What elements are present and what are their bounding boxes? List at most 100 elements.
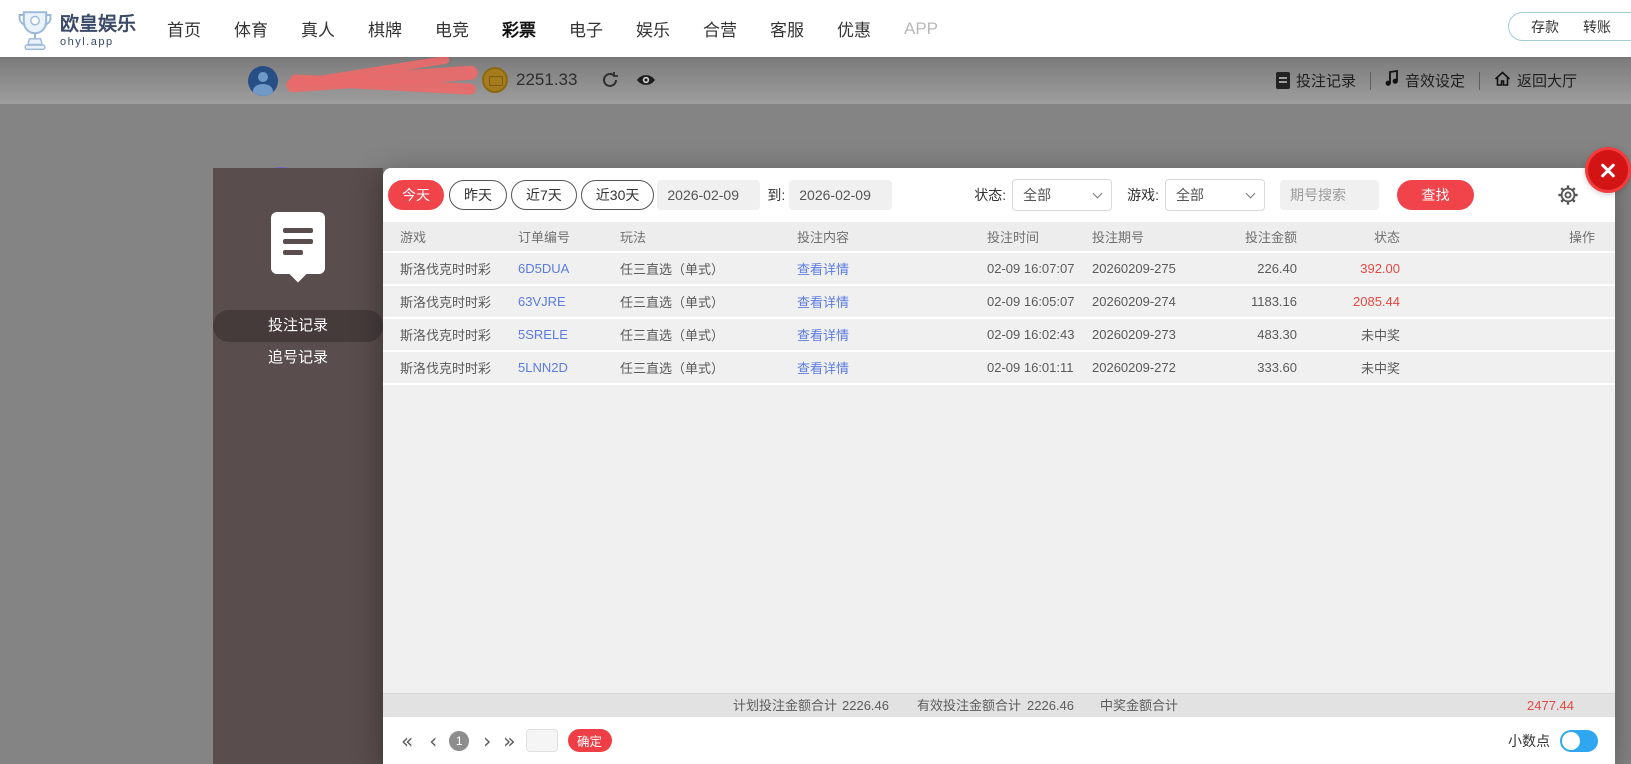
date-to-label: 到: <box>767 186 786 203</box>
filter-yesterday-button[interactable]: 昨天 <box>449 179 507 210</box>
sound-settings-button[interactable]: 音效设定 <box>1385 69 1465 91</box>
toggle-knob <box>1562 731 1580 750</box>
deposit-button[interactable]: 存款 <box>1531 17 1559 37</box>
return-lobby-button[interactable]: 返回大厅 <box>1494 70 1577 91</box>
close-icon[interactable] <box>1588 150 1628 190</box>
status-select-value: 全部 <box>1023 186 1052 203</box>
cell-play-type: 任三直选（单式） <box>620 262 725 277</box>
account-bar: 2251.33 投注记录 音效设定 返回大厅 <box>0 55 1631 104</box>
date-from-input[interactable] <box>657 179 761 210</box>
transfer-button[interactable]: 转账 <box>1583 17 1611 37</box>
cell-bet-time: 02-09 16:07:07 <box>987 261 1075 276</box>
game-label: 游戏: <box>1127 186 1160 203</box>
nav-item-2[interactable]: 真人 <box>301 16 335 41</box>
nav-item-0[interactable]: 首页 <box>167 16 201 41</box>
coin-icon <box>482 67 508 93</box>
cell-period: 20260209-274 <box>1092 294 1176 309</box>
nav-item-10[interactable]: 优惠 <box>837 16 871 41</box>
current-page-badge[interactable]: 1 <box>449 730 470 751</box>
eye-icon[interactable] <box>635 70 657 95</box>
table-row: 斯洛伐克时时彩 5LNN2D 任三直选（单式） 查看详情 02-09 16:01… <box>383 352 1615 385</box>
game-select-value: 全部 <box>1176 186 1205 203</box>
brand-logo[interactable]: 欧皇娱乐 ohyl.app <box>18 8 136 55</box>
cell-amount: 483.30 <box>1257 327 1297 342</box>
document-icon <box>1275 72 1290 89</box>
sidebar-item-chase-records[interactable]: 追号记录 <box>213 342 383 374</box>
table-row: 斯洛伐克时时彩 6D5DUA 任三直选（单式） 查看详情 02-09 16:07… <box>383 253 1615 286</box>
balance-amount: 2251.33 <box>516 70 578 89</box>
sidebar-item-bet-records[interactable]: 投注记录 <box>213 310 383 342</box>
filter-today-button[interactable]: 今天 <box>388 179 444 210</box>
brand-title: 欧皇娱乐 <box>60 14 137 35</box>
bet-records-button[interactable]: 投注记录 <box>1275 70 1356 91</box>
nav-item-7[interactable]: 娱乐 <box>636 16 670 41</box>
view-details-link[interactable]: 查看详情 <box>797 292 987 311</box>
cell-bet-time: 02-09 16:01:11 <box>987 360 1074 375</box>
cell-status: 2085.44 <box>1353 294 1400 309</box>
avatar[interactable] <box>248 66 278 96</box>
account-bar-actions: 投注记录 音效设定 返回大厅 <box>1275 57 1577 104</box>
view-details-link[interactable]: 查看详情 <box>797 325 987 344</box>
confirm-page-button[interactable]: 确定 <box>567 729 612 752</box>
order-number-link[interactable]: 5SRELE <box>518 327 620 342</box>
plan-total-label: 计划投注金额合计 <box>733 698 838 713</box>
win-total-value: 2477.44 <box>1527 698 1574 713</box>
order-number-link[interactable]: 5LNN2D <box>518 360 620 375</box>
view-details-link[interactable]: 查看详情 <box>797 358 987 377</box>
next-page-button[interactable]: › <box>483 729 491 753</box>
valid-total-label: 有效投注金额合计 <box>917 698 1022 713</box>
divider <box>1369 71 1371 90</box>
records-document-icon <box>271 212 325 274</box>
totals-bar: 计划投注金额合计 2226.46 有效投注金额合计 2226.46 中奖金额合计… <box>383 693 1615 717</box>
cell-period: 20260209-273 <box>1092 327 1176 342</box>
nav-item-3[interactable]: 棋牌 <box>368 16 402 41</box>
cell-status: 未中奖 <box>1360 328 1400 343</box>
page-jump-input[interactable] <box>525 729 558 752</box>
wallet-actions: 存款 转账 取款 <box>1508 12 1631 41</box>
main-nav: 首页 体育 真人 棋牌 电竞 彩票 电子 娱乐 合营 客服 优惠 APP <box>167 0 938 57</box>
nav-item-9[interactable]: 客服 <box>770 16 804 41</box>
table-header: 游戏 订单编号 玩法 投注内容 投注时间 投注期号 投注金额 状态 操作 <box>383 222 1615 253</box>
decimal-toggle[interactable] <box>1560 729 1598 752</box>
filter-7days-button[interactable]: 近7天 <box>511 179 577 210</box>
cell-game: 斯洛伐克时时彩 <box>400 361 492 376</box>
screen: 欧皇娱乐 ohyl.app 首页 体育 真人 棋牌 电竞 彩票 电子 娱乐 合营 客服 优惠 APP … <box>0 0 1631 764</box>
order-number-link[interactable]: 6D5DUA <box>518 261 620 276</box>
filter-toolbar: 今天 昨天 近7天 近30天 到: 状态: 全部 游戏: 全部 查找 <box>383 168 1615 211</box>
nav-item-5[interactable]: 彩票 <box>502 16 536 41</box>
nav-item-1[interactable]: 体育 <box>234 16 268 41</box>
search-button[interactable]: 查找 <box>1397 179 1475 210</box>
period-search-input[interactable] <box>1280 179 1380 210</box>
first-page-button[interactable]: « <box>401 729 413 753</box>
status-select[interactable]: 全部 <box>1012 178 1113 211</box>
win-total-label: 中奖金额合计 <box>1100 698 1179 713</box>
nav-item-11[interactable]: APP <box>904 19 938 39</box>
game-select[interactable]: 全部 <box>1165 178 1266 211</box>
col-play: 玩法 <box>620 230 647 245</box>
last-page-button[interactable]: » <box>503 729 515 753</box>
nav-item-6[interactable]: 电子 <box>569 16 603 41</box>
nav-item-4[interactable]: 电竞 <box>435 16 469 41</box>
filter-30days-button[interactable]: 近30天 <box>580 179 655 210</box>
col-content: 投注内容 <box>797 230 850 245</box>
brand-subtitle: ohyl.app <box>60 35 114 48</box>
table-body: 斯洛伐克时时彩 6D5DUA 任三直选（单式） 查看详情 02-09 16:07… <box>383 253 1615 385</box>
table-row: 斯洛伐克时时彩 5SRELE 任三直选（单式） 查看详情 02-09 16:02… <box>383 319 1615 352</box>
plan-total-value: 2226.46 <box>842 698 889 713</box>
col-order: 订单编号 <box>518 230 571 245</box>
cell-game: 斯洛伐克时时彩 <box>400 328 492 343</box>
table-row: 斯洛伐克时时彩 63VJRE 任三直选（单式） 查看详情 02-09 16:05… <box>383 286 1615 319</box>
prev-page-button[interactable]: ‹ <box>429 729 437 753</box>
col-period: 投注期号 <box>1092 230 1145 245</box>
date-to-input[interactable] <box>789 179 893 210</box>
cell-status: 未中奖 <box>1360 361 1400 376</box>
view-details-link[interactable]: 查看详情 <box>797 259 987 278</box>
gear-icon[interactable] <box>1557 184 1579 206</box>
cell-game: 斯洛伐克时时彩 <box>400 262 492 277</box>
pagination-bar: « ‹ 1 › » 确定 小数点 <box>383 717 1615 764</box>
decimal-label: 小数点 <box>1508 732 1550 749</box>
refresh-balance-icon[interactable] <box>600 70 620 95</box>
chevron-down-icon <box>1092 188 1103 198</box>
order-number-link[interactable]: 63VJRE <box>518 294 620 309</box>
nav-item-8[interactable]: 合营 <box>703 16 737 41</box>
